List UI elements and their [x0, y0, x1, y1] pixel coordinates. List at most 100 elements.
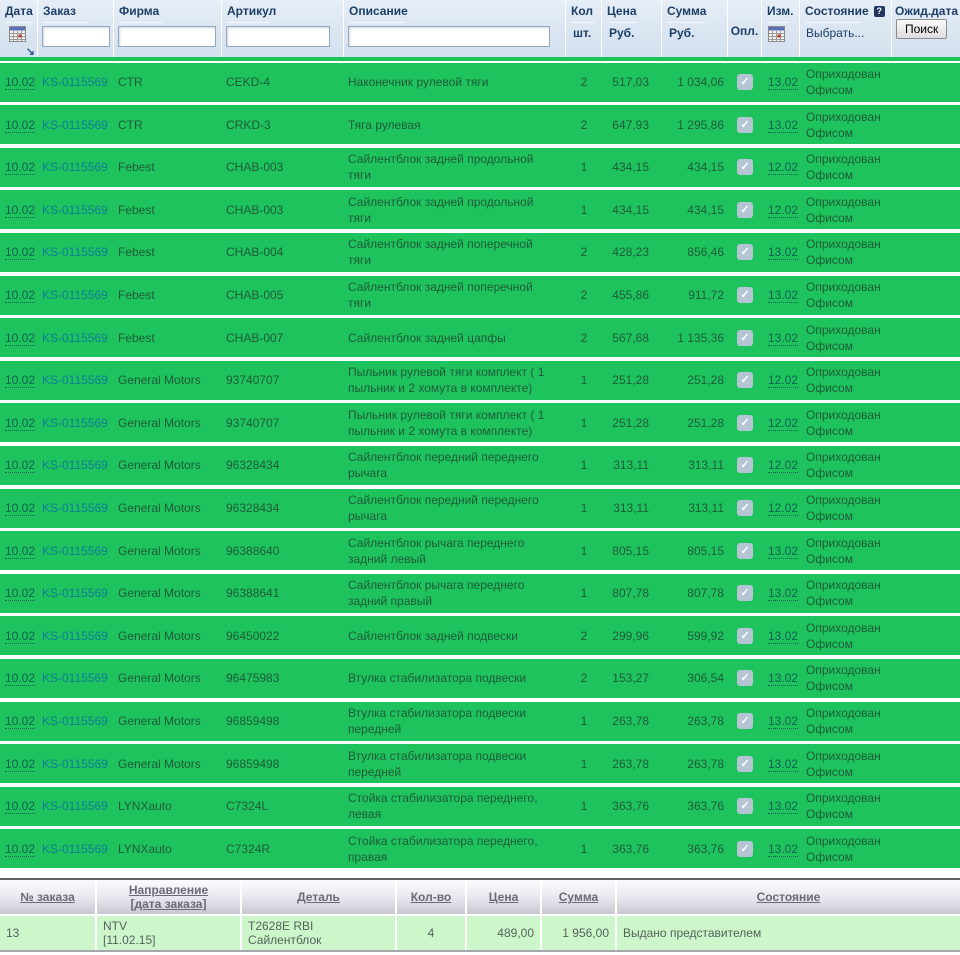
row-izm-cell: 13.02	[762, 628, 800, 644]
izm-date-link[interactable]: 13.02	[768, 543, 799, 559]
izm-date-link[interactable]: 13.02	[768, 756, 799, 772]
izm-date-link[interactable]: 13.02	[768, 288, 799, 304]
date-filter-calendar-button[interactable]	[9, 26, 26, 42]
date-link[interactable]: 10.02	[5, 543, 36, 559]
paid-checkbox[interactable]: ✓	[737, 329, 753, 346]
order-link[interactable]: KS-0115569	[42, 373, 108, 387]
order-link[interactable]: KS-0115569	[42, 245, 108, 259]
paid-checkbox[interactable]: ✓	[737, 372, 753, 389]
article-filter-input[interactable]	[226, 26, 330, 47]
firm-filter-input[interactable]	[118, 26, 216, 47]
date-link[interactable]: 10.02	[5, 202, 36, 218]
order-link[interactable]: KS-0115569	[42, 203, 108, 217]
date-link[interactable]: 10.02	[5, 501, 36, 517]
paid-checkbox[interactable]: ✓	[737, 287, 753, 304]
orders-label-part[interactable]: Деталь	[297, 890, 340, 904]
izm-date-link[interactable]: 13.02	[768, 671, 799, 687]
date-link[interactable]: 10.02	[5, 373, 36, 389]
date-link[interactable]: 10.02	[5, 714, 36, 729]
row-paid-cell: ✓	[728, 585, 762, 602]
orders-label-sum[interactable]: Сумма	[559, 890, 598, 904]
orders-label-direction[interactable]: Направление	[129, 883, 208, 897]
search-button[interactable]: Поиск	[896, 19, 948, 39]
paid-checkbox[interactable]: ✓	[737, 840, 753, 857]
paid-checkbox[interactable]: ✓	[737, 798, 753, 815]
orders-label-direction-date[interactable]: [дата заказа]	[131, 897, 207, 911]
paid-checkbox[interactable]: ✓	[737, 585, 753, 602]
order-link[interactable]: KS-0115569	[42, 75, 108, 89]
header-divider	[607, 22, 637, 23]
izm-date-link[interactable]: 13.02	[768, 799, 799, 815]
date-link[interactable]: 10.02	[5, 288, 36, 304]
order-link[interactable]: KS-0115569	[42, 160, 108, 174]
orders-label-order-no[interactable]: № заказа	[20, 890, 75, 904]
date-link[interactable]: 10.02	[5, 756, 36, 772]
izm-filter-calendar-button[interactable]	[768, 26, 785, 42]
date-link[interactable]: 10.02	[5, 75, 36, 91]
paid-checkbox[interactable]: ✓	[737, 414, 753, 431]
paid-checkbox[interactable]: ✓	[737, 201, 753, 218]
order-link[interactable]: KS-0115569	[42, 458, 108, 472]
date-link[interactable]: 10.02	[5, 841, 36, 857]
order-filter-input[interactable]	[42, 26, 110, 47]
paid-checkbox[interactable]: ✓	[737, 713, 753, 729]
date-link[interactable]: 10.02	[5, 799, 36, 815]
izm-date-link[interactable]: 12.02	[768, 373, 799, 389]
izm-date-link[interactable]: 13.02	[768, 628, 799, 644]
paid-checkbox[interactable]: ✓	[737, 500, 753, 517]
orders-label-qty[interactable]: Кол-во	[411, 890, 452, 904]
date-link[interactable]: 10.02	[5, 245, 36, 261]
izm-date-link[interactable]: 12.02	[768, 160, 799, 176]
date-link[interactable]: 10.02	[5, 330, 36, 346]
date-link[interactable]: 10.02	[5, 160, 36, 176]
paid-checkbox[interactable]: ✓	[737, 457, 753, 474]
izm-date-link[interactable]: 12.02	[768, 202, 799, 218]
order-link[interactable]: KS-0115569	[42, 799, 108, 813]
date-link[interactable]: 10.02	[5, 586, 36, 602]
paid-checkbox[interactable]: ✓	[737, 244, 753, 261]
order-link[interactable]: KS-0115569	[42, 416, 108, 430]
paid-checkbox[interactable]: ✓	[737, 116, 753, 133]
orders-label-status[interactable]: Состояние	[757, 890, 821, 904]
order-link[interactable]: KS-0115569	[42, 842, 108, 856]
status-help-icon[interactable]: ?	[873, 5, 885, 17]
izm-date-link[interactable]: 12.02	[768, 501, 799, 517]
order-link[interactable]: KS-0115569	[42, 544, 108, 558]
order-link[interactable]: KS-0115569	[42, 288, 108, 302]
paid-checkbox[interactable]: ✓	[737, 159, 753, 176]
order-link[interactable]: KS-0115569	[42, 501, 108, 515]
izm-date-link[interactable]: 13.02	[768, 75, 799, 91]
paid-checkbox[interactable]: ✓	[737, 670, 753, 687]
row-sum-cell: 263,78	[687, 714, 724, 728]
izm-date-link[interactable]: 13.02	[768, 330, 799, 346]
izm-date-link[interactable]: 13.02	[768, 586, 799, 602]
date-link[interactable]: 10.02	[5, 117, 36, 133]
izm-date-link[interactable]: 13.02	[768, 841, 799, 857]
paid-checkbox[interactable]: ✓	[737, 74, 753, 91]
row-price-cell: 263,78	[612, 714, 649, 728]
paid-checkbox[interactable]: ✓	[737, 755, 753, 772]
izm-date-link[interactable]: 13.02	[768, 714, 799, 729]
order-link[interactable]: KS-0115569	[42, 118, 108, 132]
date-link[interactable]: 10.02	[5, 671, 36, 687]
order-link[interactable]: KS-0115569	[42, 629, 108, 643]
row-izm-cell: 13.02	[762, 543, 800, 559]
paid-checkbox[interactable]: ✓	[737, 542, 753, 559]
description-filter-input[interactable]	[348, 26, 550, 47]
order-link[interactable]: KS-0115569	[42, 757, 108, 771]
status-select-dropdown[interactable]: Выбрать...	[800, 26, 891, 40]
sort-direction-icon[interactable]: ↘	[26, 45, 35, 58]
date-link[interactable]: 10.02	[5, 415, 36, 431]
izm-date-link[interactable]: 13.02	[768, 245, 799, 261]
date-link[interactable]: 10.02	[5, 458, 36, 474]
order-link[interactable]: KS-0115569	[42, 586, 108, 600]
order-link[interactable]: KS-0115569	[42, 671, 108, 685]
order-link[interactable]: KS-0115569	[42, 714, 108, 728]
paid-checkbox[interactable]: ✓	[737, 627, 753, 644]
izm-date-link[interactable]: 12.02	[768, 458, 799, 474]
order-link[interactable]: KS-0115569	[42, 331, 108, 345]
izm-date-link[interactable]: 13.02	[768, 117, 799, 133]
orders-label-price[interactable]: Цена	[489, 890, 519, 904]
izm-date-link[interactable]: 12.02	[768, 415, 799, 431]
date-link[interactable]: 10.02	[5, 628, 36, 644]
